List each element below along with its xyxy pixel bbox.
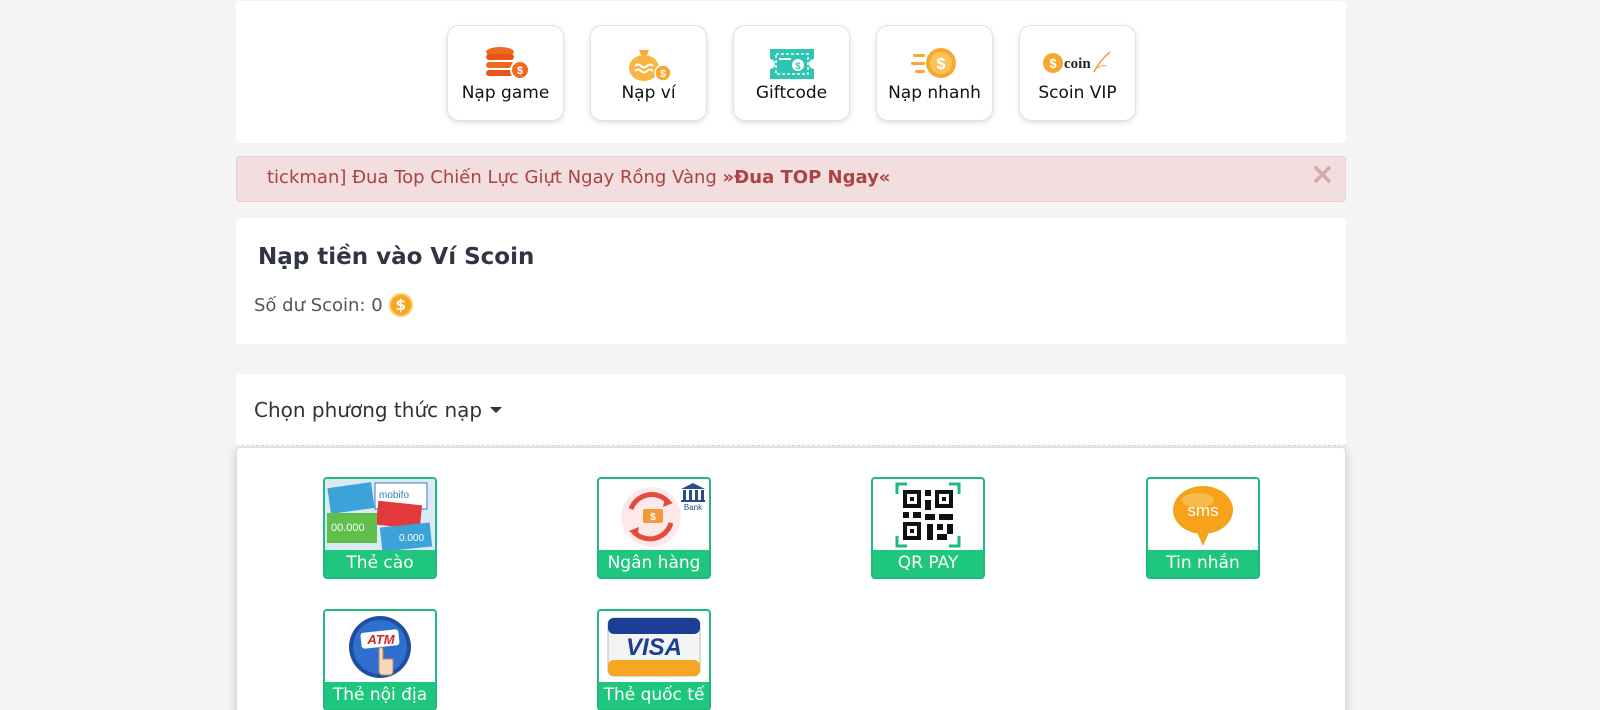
- method-ngan-hang[interactable]: $ Bank Ngân hàng: [597, 477, 711, 579]
- ticket-icon: $: [734, 44, 849, 84]
- nav-nap-vi[interactable]: $ Nạp ví: [590, 25, 707, 121]
- nav-scoin-vip[interactable]: $ coin Scoin VIP: [1019, 25, 1136, 121]
- money-bag-icon: $: [591, 44, 706, 84]
- nav-nap-game[interactable]: $ Nạp game: [447, 25, 564, 121]
- nav-label: Nạp game: [461, 83, 550, 103]
- balance: Số dư Scoin: 0 $: [254, 293, 413, 317]
- method-selector: Chọn phương thức nạp: [236, 374, 1346, 446]
- svg-text:$: $: [660, 69, 666, 80]
- svg-text:00.000: 00.000: [331, 522, 365, 534]
- svg-text:$: $: [1049, 56, 1057, 71]
- close-icon[interactable]: ×: [1310, 160, 1335, 190]
- svg-text:$: $: [795, 61, 800, 71]
- qr-code-icon: [873, 479, 983, 551]
- top-nav-panel: $ Nạp game $ Nạp ví $ Giftcode $ Nạp nha…: [236, 1, 1346, 143]
- caret-down-icon: [490, 407, 503, 413]
- svg-text:sms: sms: [1187, 501, 1218, 520]
- svg-text:$: $: [516, 65, 522, 77]
- bank-icon: $ Bank: [599, 479, 709, 551]
- nav-label: Nạp ví: [621, 83, 676, 103]
- method-qr-pay[interactable]: QR PAY: [871, 477, 985, 579]
- alert-link[interactable]: »Đua TOP Ngay«: [723, 167, 891, 188]
- nav-label: Giftcode: [755, 83, 828, 103]
- svg-text:ATM: ATM: [366, 632, 395, 647]
- svg-text:VISA: VISA: [626, 634, 682, 661]
- method-label: QR PAY: [873, 550, 983, 577]
- nav-label: Nạp nhanh: [888, 83, 981, 103]
- fast-coin-icon: $: [877, 44, 992, 84]
- method-tin-nhan[interactable]: sms Tin nhắn: [1146, 477, 1260, 579]
- balance-label: Số dư Scoin: 0: [254, 294, 383, 316]
- nav-giftcode[interactable]: $ Giftcode: [733, 25, 850, 121]
- svg-text:coin: coin: [1064, 56, 1091, 72]
- svg-text:$: $: [650, 512, 656, 523]
- nav-label: Scoin VIP: [1038, 83, 1117, 103]
- method-the-quoc-te[interactable]: VISA Thẻ quốc tế: [597, 609, 711, 710]
- nav-nap-nhanh[interactable]: $ Nạp nhanh: [876, 25, 993, 121]
- visa-card-icon: VISA: [599, 611, 709, 683]
- scoin-vip-logo: $ coin: [1020, 44, 1135, 84]
- method-dropdown-menu: mobifo 00.000 0.000 Thẻ cào $ Bank Ngân …: [236, 447, 1346, 710]
- alert-text: tickman] Đua Top Chiến Lực Giựt Ngay Rồn…: [267, 167, 891, 188]
- scratch-card-icon: mobifo 00.000 0.000: [325, 479, 435, 551]
- method-label: Thẻ nội địa: [325, 682, 435, 709]
- coin-icon: $: [388, 293, 413, 317]
- method-the-cao[interactable]: mobifo 00.000 0.000 Thẻ cào: [323, 477, 437, 579]
- promo-alert: tickman] Đua Top Chiến Lực Giựt Ngay Rồn…: [236, 156, 1346, 202]
- atm-card-icon: ATM: [325, 611, 435, 683]
- svg-text:0.000: 0.000: [399, 533, 424, 544]
- svg-text:$: $: [936, 56, 945, 73]
- method-label: Thẻ cào: [325, 550, 435, 577]
- method-the-noi-dia[interactable]: ATM Thẻ nội địa: [323, 609, 437, 710]
- method-label: Thẻ quốc tế: [599, 682, 709, 709]
- wallet-panel: Nạp tiền vào Ví Scoin Số dư Scoin: 0 $: [236, 218, 1346, 344]
- sms-icon: sms: [1148, 479, 1258, 551]
- method-label: Tin nhắn: [1148, 550, 1258, 577]
- coin-stack-icon: $: [448, 44, 563, 84]
- page-title: Nạp tiền vào Ví Scoin: [258, 244, 535, 270]
- method-dropdown-toggle[interactable]: Chọn phương thức nạp: [254, 398, 503, 422]
- method-label: Ngân hàng: [599, 550, 709, 577]
- svg-text:mobifo: mobifo: [379, 490, 409, 501]
- svg-text:Bank: Bank: [684, 503, 703, 512]
